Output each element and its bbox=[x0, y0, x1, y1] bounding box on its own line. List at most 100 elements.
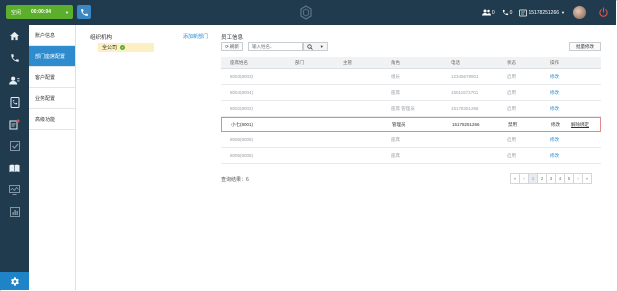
search-button[interactable]: ▼ bbox=[303, 42, 328, 51]
status: 启用 bbox=[507, 89, 516, 95]
phone-icon bbox=[80, 8, 88, 16]
table-row[interactable]: 8003(8003) 组长 12345678901 启用 修改 bbox=[221, 69, 601, 85]
sidebar-item-tasks[interactable] bbox=[0, 135, 29, 157]
agent-name: 8006(8006) bbox=[230, 137, 254, 142]
edit-link[interactable]: 修改 bbox=[551, 118, 560, 131]
refresh-button[interactable]: ⟳ 刷新 bbox=[221, 42, 243, 51]
status-timer: 00:00:04 bbox=[31, 9, 52, 15]
column-header: 座席姓名 bbox=[230, 59, 248, 65]
avatar[interactable] bbox=[573, 6, 586, 19]
table-row[interactable]: 8006(8006) 座席 启用 修改 bbox=[221, 132, 601, 148]
subnav-item-advanced[interactable]: 高级功能 bbox=[29, 109, 75, 130]
phone-icon bbox=[502, 9, 508, 16]
edit-link[interactable]: 修改 bbox=[550, 85, 559, 100]
top-right-toolbar: 0 0 15178251266 ▼ bbox=[475, 0, 610, 25]
role: 管理员 bbox=[392, 121, 406, 127]
logout-button[interactable] bbox=[598, 7, 610, 18]
column-header: 电话 bbox=[451, 59, 460, 65]
call-log-icon bbox=[10, 96, 19, 108]
role: 组长 bbox=[391, 73, 400, 79]
edit-link[interactable]: 修改 bbox=[550, 69, 559, 84]
sidebar-item-contacts[interactable] bbox=[0, 69, 29, 91]
search-icon bbox=[307, 43, 313, 50]
subnav-item-account[interactable]: 账户信息 bbox=[29, 25, 75, 46]
edit-link[interactable]: 修改 bbox=[550, 101, 559, 116]
phone-icon bbox=[10, 54, 19, 62]
role: 座席 管理员 bbox=[391, 105, 415, 111]
role: 座席 bbox=[391, 136, 400, 142]
table-row[interactable]: 8004(8004) 座席 15011573701 启用 修改 bbox=[221, 85, 601, 101]
notes-icon bbox=[9, 119, 20, 129]
report-icon bbox=[9, 207, 20, 217]
refresh-label: 刷新 bbox=[229, 43, 239, 49]
sidebar-item-reports[interactable] bbox=[0, 201, 29, 223]
batch-edit-label: 批量修改 bbox=[576, 43, 594, 49]
batch-edit-button[interactable]: 批量修改 bbox=[569, 42, 601, 51]
table-row[interactable]: 8005(8005) 座席 启用 修改 bbox=[221, 148, 601, 164]
subnav-item-business[interactable]: 业务配置 bbox=[29, 88, 75, 109]
queue-counter[interactable]: 0 bbox=[481, 9, 495, 16]
agent-name: 8005(8005) bbox=[230, 153, 254, 158]
org-panel-title: 组织机构 bbox=[90, 35, 113, 41]
add-circle-icon[interactable]: + bbox=[120, 45, 126, 50]
phone: 15178251266 bbox=[451, 106, 479, 111]
agent-name: 8003(8003) bbox=[230, 74, 254, 79]
table-header: 座席姓名 部门 主管 角色 电话 状态 操作 bbox=[221, 57, 601, 69]
status: 启用 bbox=[507, 152, 516, 158]
sidebar-item-knowledge[interactable] bbox=[0, 157, 29, 179]
pagination: « ‹ 1 2 3 4 5 › » bbox=[510, 173, 592, 184]
sidebar-item-settings[interactable] bbox=[0, 272, 29, 290]
agent-name: 小七(8001) bbox=[231, 121, 254, 127]
sidebar-item-call-log[interactable] bbox=[0, 91, 29, 113]
chevron-down-icon: ▼ bbox=[65, 9, 69, 15]
phone: 15011573701 bbox=[451, 90, 479, 95]
edit-link[interactable]: 修改 bbox=[550, 132, 559, 147]
user-phone-number: 15178251266 bbox=[528, 9, 560, 16]
users-icon bbox=[481, 9, 491, 16]
add-department-link[interactable]: 添加新部门 bbox=[183, 33, 208, 40]
subnav-item-dept-agents[interactable]: 部门座席配置 bbox=[29, 46, 75, 67]
subnav-label: 高级功能 bbox=[35, 116, 56, 123]
subnav-label: 客户配置 bbox=[35, 74, 56, 81]
page-last[interactable]: » bbox=[582, 173, 592, 184]
chevron-down-icon[interactable]: ▼ bbox=[320, 44, 324, 49]
edit-link[interactable]: 修改 bbox=[550, 148, 559, 163]
org-root-label: 全公司 bbox=[102, 45, 118, 51]
table-row[interactable]: 8002(8002) 座席 管理员 15178251266 启用 修改 bbox=[221, 101, 601, 117]
agent-name: 8004(8004) bbox=[230, 90, 254, 95]
status-label: 空闲 bbox=[11, 9, 22, 16]
employee-panel-title: 员工信息 bbox=[221, 35, 244, 41]
refresh-icon: ⟳ bbox=[225, 43, 229, 49]
call-counter[interactable]: 0 bbox=[502, 9, 512, 16]
status: 启用 bbox=[507, 73, 516, 79]
sidebar-item-notes[interactable] bbox=[0, 113, 29, 135]
sidebar-item-home[interactable] bbox=[0, 25, 29, 47]
table-row-selected[interactable]: 小七(8001) 管理员 15178251266 禁用 修改 解除绑定 bbox=[221, 117, 601, 132]
employee-search-input[interactable] bbox=[248, 42, 303, 51]
role: 座席 bbox=[391, 89, 400, 95]
user-phone-menu[interactable]: 15178251266 ▼ bbox=[519, 9, 565, 17]
contacts-icon bbox=[9, 76, 20, 85]
icon-sidebar bbox=[0, 25, 29, 290]
agent-status-button[interactable]: 空闲 00:00:04 ▼ bbox=[6, 5, 73, 19]
employee-table: 座席姓名 部门 主管 角色 电话 状态 操作 8003(8003) 组长 123… bbox=[221, 57, 601, 164]
org-tree-root[interactable]: 全公司 + bbox=[98, 43, 154, 52]
status: 启用 bbox=[507, 105, 516, 111]
unbind-link[interactable]: 解除绑定 bbox=[571, 118, 589, 131]
agent-name: 8002(8002) bbox=[230, 106, 254, 111]
subnav-label: 账户信息 bbox=[35, 32, 56, 39]
top-bar: 空闲 00:00:04 ▼ 0 0 15178251266 ▼ bbox=[0, 0, 616, 25]
power-icon bbox=[599, 7, 608, 17]
column-header: 状态 bbox=[507, 59, 516, 65]
home-icon bbox=[9, 31, 20, 41]
role: 座席 bbox=[391, 152, 400, 158]
dial-phone-button[interactable] bbox=[77, 5, 91, 19]
column-header: 操作 bbox=[550, 59, 559, 65]
sidebar-item-monitor[interactable] bbox=[0, 179, 29, 201]
phone: 12345678901 bbox=[451, 74, 479, 79]
monitor-icon bbox=[9, 185, 20, 195]
subnav-item-customer[interactable]: 客户配置 bbox=[29, 67, 75, 88]
status: 启用 bbox=[507, 136, 516, 142]
queue-count: 0 bbox=[491, 9, 495, 16]
sidebar-item-calls[interactable] bbox=[0, 47, 29, 69]
